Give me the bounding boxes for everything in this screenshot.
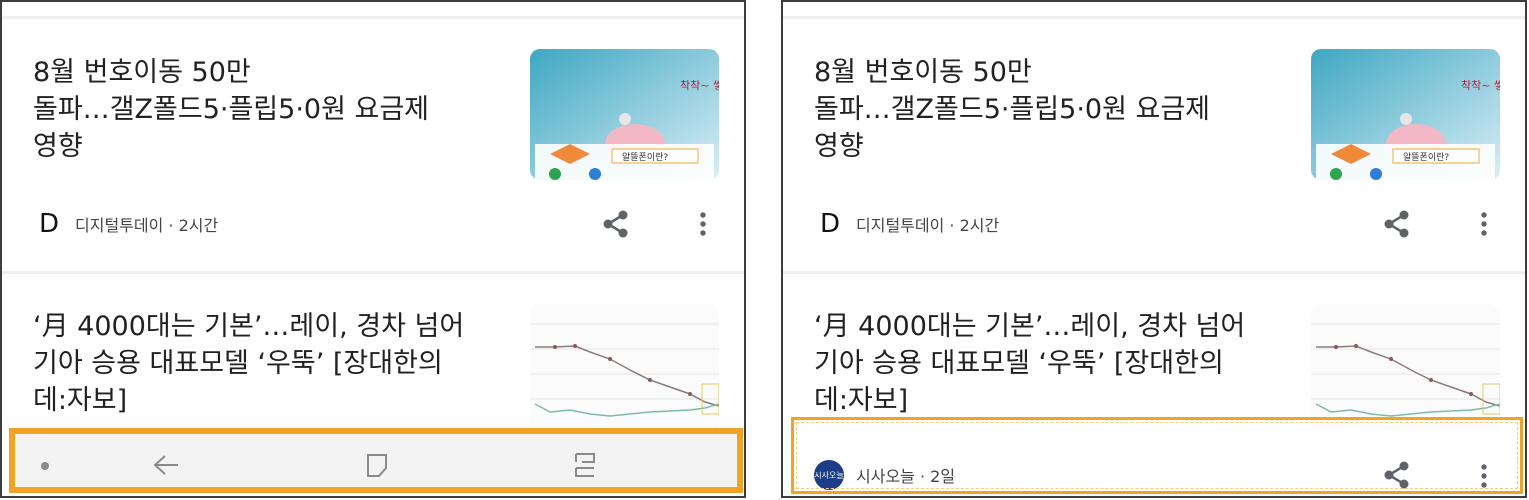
source-label: 디지털투데이 · 2시간 [75,216,219,235]
source-logo: D [38,209,60,239]
article-thumbnail[interactable]: 착착~ 쌓이는 것이 알뜰폰이란? [530,49,719,180]
article-title[interactable]: ‘月 4000대는 기본’…레이, 경차 넘어 기아 승용 대표모델 ‘우뚝’ … [814,308,1284,419]
article-thumbnail[interactable]: 착착~ 쌓이는 것이 알뜰폰이란? [1311,49,1500,180]
svg-text:착착~ 쌓이는 것이: 착착~ 쌓이는 것이 [680,79,719,92]
article-title[interactable]: 8월 번호이동 50만 돌파…갤Z폴드5·플립5·0원 요금제 영향 [814,54,1284,165]
recents-icon[interactable] [570,451,600,479]
svg-text:알뜰폰이란?: 알뜰폰이란? [1403,151,1449,163]
top-divider [2,16,744,19]
article-source[interactable]: D 디지털투데이 · 2시간 [816,209,999,239]
back-icon[interactable] [152,451,182,479]
share-icon[interactable] [600,208,632,240]
article-thumbnail[interactable] [530,304,719,429]
right-screenshot: 8월 번호이동 50만 돌파…갤Z폴드5·플립5·0원 요금제 영향 착착~ 알… [781,0,1527,498]
share-icon[interactable] [1381,208,1413,240]
source-label: 디지털투데이 · 2시간 [856,216,1000,235]
dot-icon[interactable] [35,451,65,479]
top-divider [783,16,1525,19]
home-icon[interactable] [363,451,393,479]
source-logo: D [819,209,841,239]
article-title[interactable]: ‘月 4000대는 기본’…레이, 경차 넘어 기아 승용 대표모델 ‘우뚝’ … [33,308,503,419]
article-source[interactable]: D 디지털투데이 · 2시간 [35,209,218,239]
left-screenshot: 8월 번호이동 50만 돌파…갤Z폴드5·플립5·0원 요금제 영향 착착~ 알… [0,0,746,498]
article-title[interactable]: 8월 번호이동 50만 돌파…갤Z폴드5·플립5·0원 요금제 영향 [33,54,503,165]
card-divider [783,271,1525,274]
more-options-icon[interactable] [691,210,715,238]
svg-text:착착~ 쌓이는 것이: 착착~ 쌓이는 것이 [1461,79,1500,92]
highlight-region [791,417,1523,494]
android-navigation-bar [9,428,743,493]
card-divider [2,271,744,274]
svg-text:알뜰폰이란?: 알뜰폰이란? [622,151,668,163]
more-options-icon[interactable] [1472,210,1496,238]
article-thumbnail[interactable] [1311,304,1500,429]
